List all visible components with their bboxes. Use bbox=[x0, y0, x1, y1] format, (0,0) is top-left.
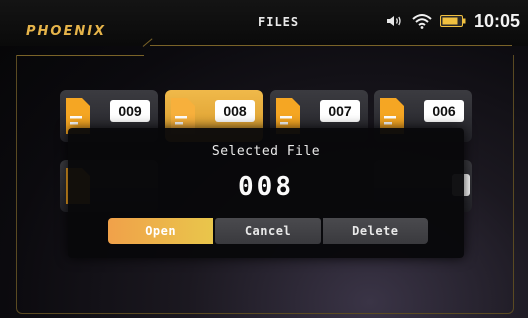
logo: PHOENIX bbox=[26, 24, 107, 39]
screen: PHOENIX FILES 10:05 009 008 007 006 Sele… bbox=[0, 0, 528, 318]
selected-file-number: 008 bbox=[238, 172, 294, 202]
battery-icon bbox=[439, 15, 466, 27]
speaker-icon bbox=[386, 14, 404, 28]
open-button[interactable]: Open bbox=[108, 218, 214, 244]
top-bar: PHOENIX FILES 10:05 bbox=[0, 0, 528, 46]
file-label: 007 bbox=[320, 100, 360, 122]
wifi-icon bbox=[412, 13, 432, 29]
status-bar: 10:05 bbox=[386, 11, 520, 31]
cancel-button[interactable]: Cancel bbox=[215, 218, 321, 244]
clock: 10:05 bbox=[473, 10, 520, 31]
page-title: FILES bbox=[258, 15, 300, 29]
file-label: 009 bbox=[110, 100, 150, 122]
frame-line bbox=[150, 45, 512, 46]
file-label: 008 bbox=[215, 100, 255, 122]
dialog-title: Selected File bbox=[211, 144, 321, 159]
delete-button[interactable]: Delete bbox=[322, 218, 428, 244]
selected-file-dialog: Selected File 008 Open Cancel Delete bbox=[68, 128, 464, 258]
dialog-buttons: Open Cancel Delete bbox=[108, 218, 428, 244]
file-label: 006 bbox=[424, 100, 464, 122]
